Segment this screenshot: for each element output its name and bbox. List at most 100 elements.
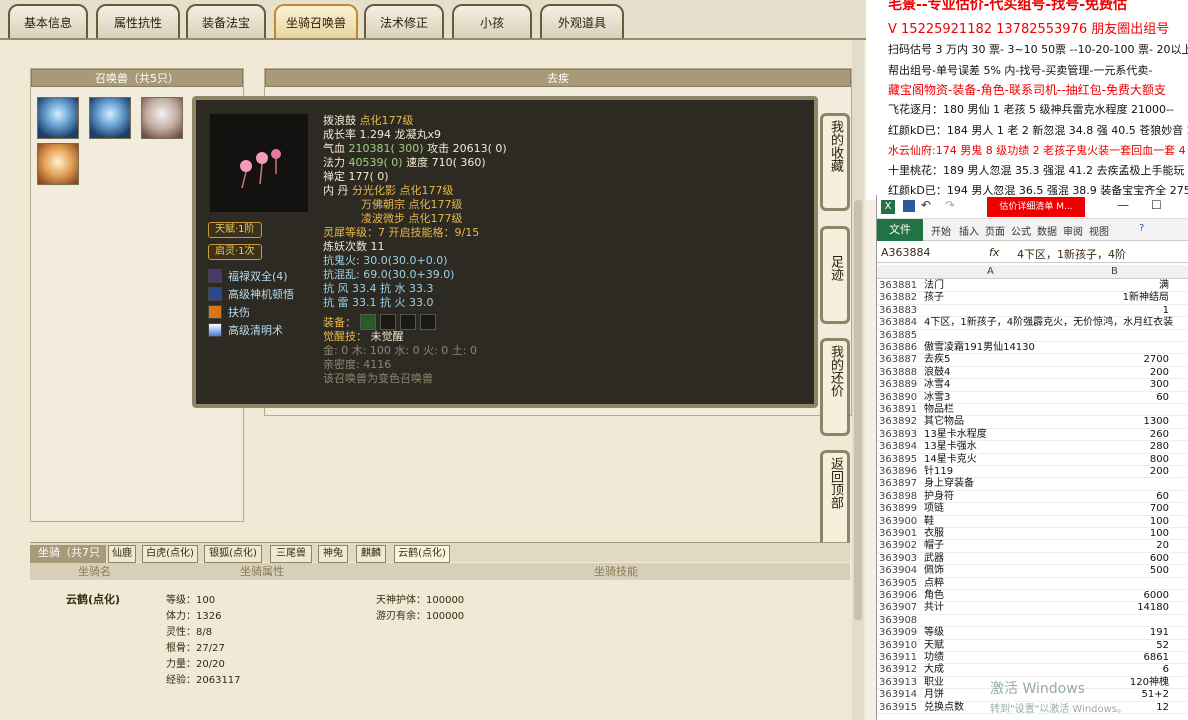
sheet-row[interactable]: 363910 天赋 52 bbox=[877, 640, 1188, 652]
cell-a[interactable]: 物品栏 bbox=[924, 404, 954, 416]
tab-appearance[interactable]: 外观道具 bbox=[540, 4, 624, 38]
help-icon[interactable]: ? bbox=[1139, 223, 1144, 234]
mount-tab-4[interactable]: 三尾兽 bbox=[270, 545, 312, 563]
formula-input[interactable]: 4下区，1新孩子，4阶 bbox=[1017, 246, 1126, 262]
ribbon-layout-tab[interactable]: 页面 bbox=[985, 223, 1005, 238]
sheet-row[interactable]: 363912 大成 6 bbox=[877, 664, 1188, 677]
ribbon-home-tab[interactable]: 开始 bbox=[931, 223, 951, 238]
undo-icon[interactable]: ↶ bbox=[921, 198, 931, 212]
cell-a[interactable]: 浪鼓4 bbox=[924, 367, 950, 379]
cell-b[interactable]: 6861 bbox=[1061, 652, 1169, 664]
back-to-top-button[interactable]: 返回顶部 bbox=[820, 450, 850, 548]
cell-a[interactable]: 佩饰 bbox=[924, 565, 944, 577]
cell-a[interactable]: 天赋 bbox=[924, 640, 944, 652]
ribbon-formula-tab[interactable]: 公式 bbox=[1011, 223, 1031, 238]
cell-a[interactable]: 傲雪凌霜191男仙14130 bbox=[924, 342, 1035, 354]
cell-b[interactable]: 100 bbox=[1061, 528, 1169, 540]
sheet-row[interactable]: 363903 武器 600 bbox=[877, 553, 1188, 566]
sheet-row[interactable]: 363885 bbox=[877, 330, 1188, 342]
cell-b[interactable]: 200 bbox=[1061, 466, 1169, 478]
cell-a[interactable]: 针119 bbox=[924, 466, 953, 478]
sheet-row[interactable]: 363908 bbox=[877, 615, 1188, 628]
sheet-row[interactable]: 363892 其它物品 1300 bbox=[877, 416, 1188, 429]
mount-tab-2[interactable]: 白虎(点化) bbox=[142, 545, 198, 563]
sheet-row[interactable]: 363881 法门 满 bbox=[877, 280, 1188, 293]
scrollbar-thumb[interactable] bbox=[854, 200, 862, 620]
cell-b[interactable]: 260 bbox=[1061, 429, 1169, 441]
cell-a[interactable]: 身上穿装备 bbox=[924, 478, 974, 490]
sheet-row[interactable]: 363900 鞋 100 bbox=[877, 516, 1188, 528]
cell-b[interactable]: 300 bbox=[1061, 379, 1169, 391]
cell-b[interactable]: 6000 bbox=[1061, 590, 1169, 602]
sheet-row[interactable]: 363889 冰雪4 300 bbox=[877, 379, 1188, 392]
equip-slot-1-icon[interactable] bbox=[360, 314, 376, 330]
cell-a[interactable]: 衣服 bbox=[924, 528, 944, 540]
cell-b[interactable]: 500 bbox=[1061, 565, 1169, 577]
cell-a[interactable]: 鞋 bbox=[924, 516, 934, 528]
sheet-row[interactable]: 363896 针119 200 bbox=[877, 466, 1188, 479]
sheet-row[interactable]: 363906 角色 6000 bbox=[877, 590, 1188, 603]
cell-b[interactable]: 100 bbox=[1061, 516, 1169, 528]
mount-tab-3[interactable]: 银狐(点化) bbox=[204, 545, 262, 563]
sheet-row[interactable]: 363902 帽子 20 bbox=[877, 540, 1188, 553]
page-scrollbar[interactable] bbox=[852, 40, 864, 720]
my-counteroffer-button[interactable]: 我的还价 bbox=[820, 338, 850, 436]
cell-a[interactable]: 4下区，1新孩子，4阶强霹克火，无价惊鸿，水月红衣装 bbox=[924, 317, 1173, 329]
cell-a[interactable]: 护身符 bbox=[924, 491, 954, 503]
cell-a[interactable]: 项链 bbox=[924, 503, 944, 515]
tab-basic-info[interactable]: 基本信息 bbox=[8, 4, 88, 38]
tab-equipment[interactable]: 装备法宝 bbox=[186, 4, 266, 38]
sheet-row[interactable]: 363891 物品栏 bbox=[877, 404, 1188, 417]
save-icon[interactable] bbox=[903, 200, 915, 212]
sheet-row[interactable]: 363888 浪鼓4 200 bbox=[877, 367, 1188, 380]
maximize-icon[interactable]: ☐ bbox=[1151, 198, 1162, 212]
ribbon-view-tab[interactable]: 视图 bbox=[1089, 223, 1109, 238]
sheet-row[interactable]: 363904 佩饰 500 bbox=[877, 565, 1188, 578]
sheet-row[interactable]: 363898 护身符 60 bbox=[877, 491, 1188, 504]
sheet-row[interactable]: 363884 4下区，1新孩子，4阶强霹克火，无价惊鸿，水月红衣装 bbox=[877, 317, 1188, 330]
sheet-row[interactable]: 363905 点粹 bbox=[877, 578, 1188, 590]
equip-slot-2-icon[interactable] bbox=[380, 314, 396, 330]
sheet-row[interactable]: 363890 冰雪3 60 bbox=[877, 392, 1188, 404]
cell-a[interactable]: 职业 bbox=[924, 677, 944, 689]
sheet-row[interactable]: 363909 等级 191 bbox=[877, 627, 1188, 640]
cell-b[interactable]: 200 bbox=[1061, 367, 1169, 379]
cell-a[interactable]: 等级 bbox=[924, 627, 944, 639]
sheet-row[interactable]: 363883 1 bbox=[877, 305, 1188, 318]
ribbon-insert-tab[interactable]: 插入 bbox=[959, 223, 979, 238]
cell-b[interactable]: 2700 bbox=[1061, 354, 1169, 366]
tab-spell-mod[interactable]: 法术修正 bbox=[364, 4, 444, 38]
cell-a[interactable]: 冰雪3 bbox=[924, 392, 950, 404]
cell-b[interactable]: 800 bbox=[1061, 454, 1169, 466]
ribbon-review-tab[interactable]: 审阅 bbox=[1063, 223, 1083, 238]
sheet-row[interactable]: 363882 孩子 1新神结局 bbox=[877, 292, 1188, 305]
sheet-row[interactable]: 363907 共计 14180 bbox=[877, 602, 1188, 615]
summon-avatar-4[interactable] bbox=[37, 143, 79, 185]
cell-a[interactable]: 孩子 bbox=[924, 292, 944, 304]
tab-child[interactable]: 小孩 bbox=[452, 4, 532, 38]
cell-a[interactable]: 武器 bbox=[924, 553, 944, 565]
summon-avatar-2[interactable] bbox=[89, 97, 131, 139]
column-a-header[interactable]: A bbox=[987, 266, 994, 277]
cell-a[interactable]: 13星卡水程度 bbox=[924, 429, 987, 441]
cell-a[interactable]: 法门 bbox=[924, 280, 944, 292]
mount-tab-5[interactable]: 神兔 bbox=[318, 545, 348, 563]
cell-a[interactable]: 点粹 bbox=[924, 578, 944, 590]
cell-b[interactable]: 60 bbox=[1061, 392, 1169, 404]
cell-a[interactable]: 去疾5 bbox=[924, 354, 950, 366]
cell-b[interactable]: 60 bbox=[1061, 491, 1169, 503]
sheet-row[interactable]: 363897 身上穿装备 bbox=[877, 478, 1188, 491]
equip-slot-3-icon[interactable] bbox=[400, 314, 416, 330]
sheet-row[interactable]: 363901 衣服 100 bbox=[877, 528, 1188, 541]
mount-tab-1[interactable]: 仙鹿 bbox=[108, 545, 136, 563]
cell-a[interactable]: 共计 bbox=[924, 602, 944, 614]
cell-b[interactable]: 1 bbox=[1061, 305, 1169, 317]
cell-a[interactable]: 兑换点数 bbox=[924, 702, 964, 714]
cell-b[interactable]: 满 bbox=[1061, 280, 1169, 292]
mount-tab-6[interactable]: 麒麟 bbox=[356, 545, 386, 563]
cell-a[interactable]: 大成 bbox=[924, 664, 944, 676]
cell-b[interactable]: 52 bbox=[1061, 640, 1169, 652]
cell-b[interactable]: 1300 bbox=[1061, 416, 1169, 428]
minimize-icon[interactable]: — bbox=[1117, 198, 1129, 212]
cell-b[interactable]: 191 bbox=[1061, 627, 1169, 639]
